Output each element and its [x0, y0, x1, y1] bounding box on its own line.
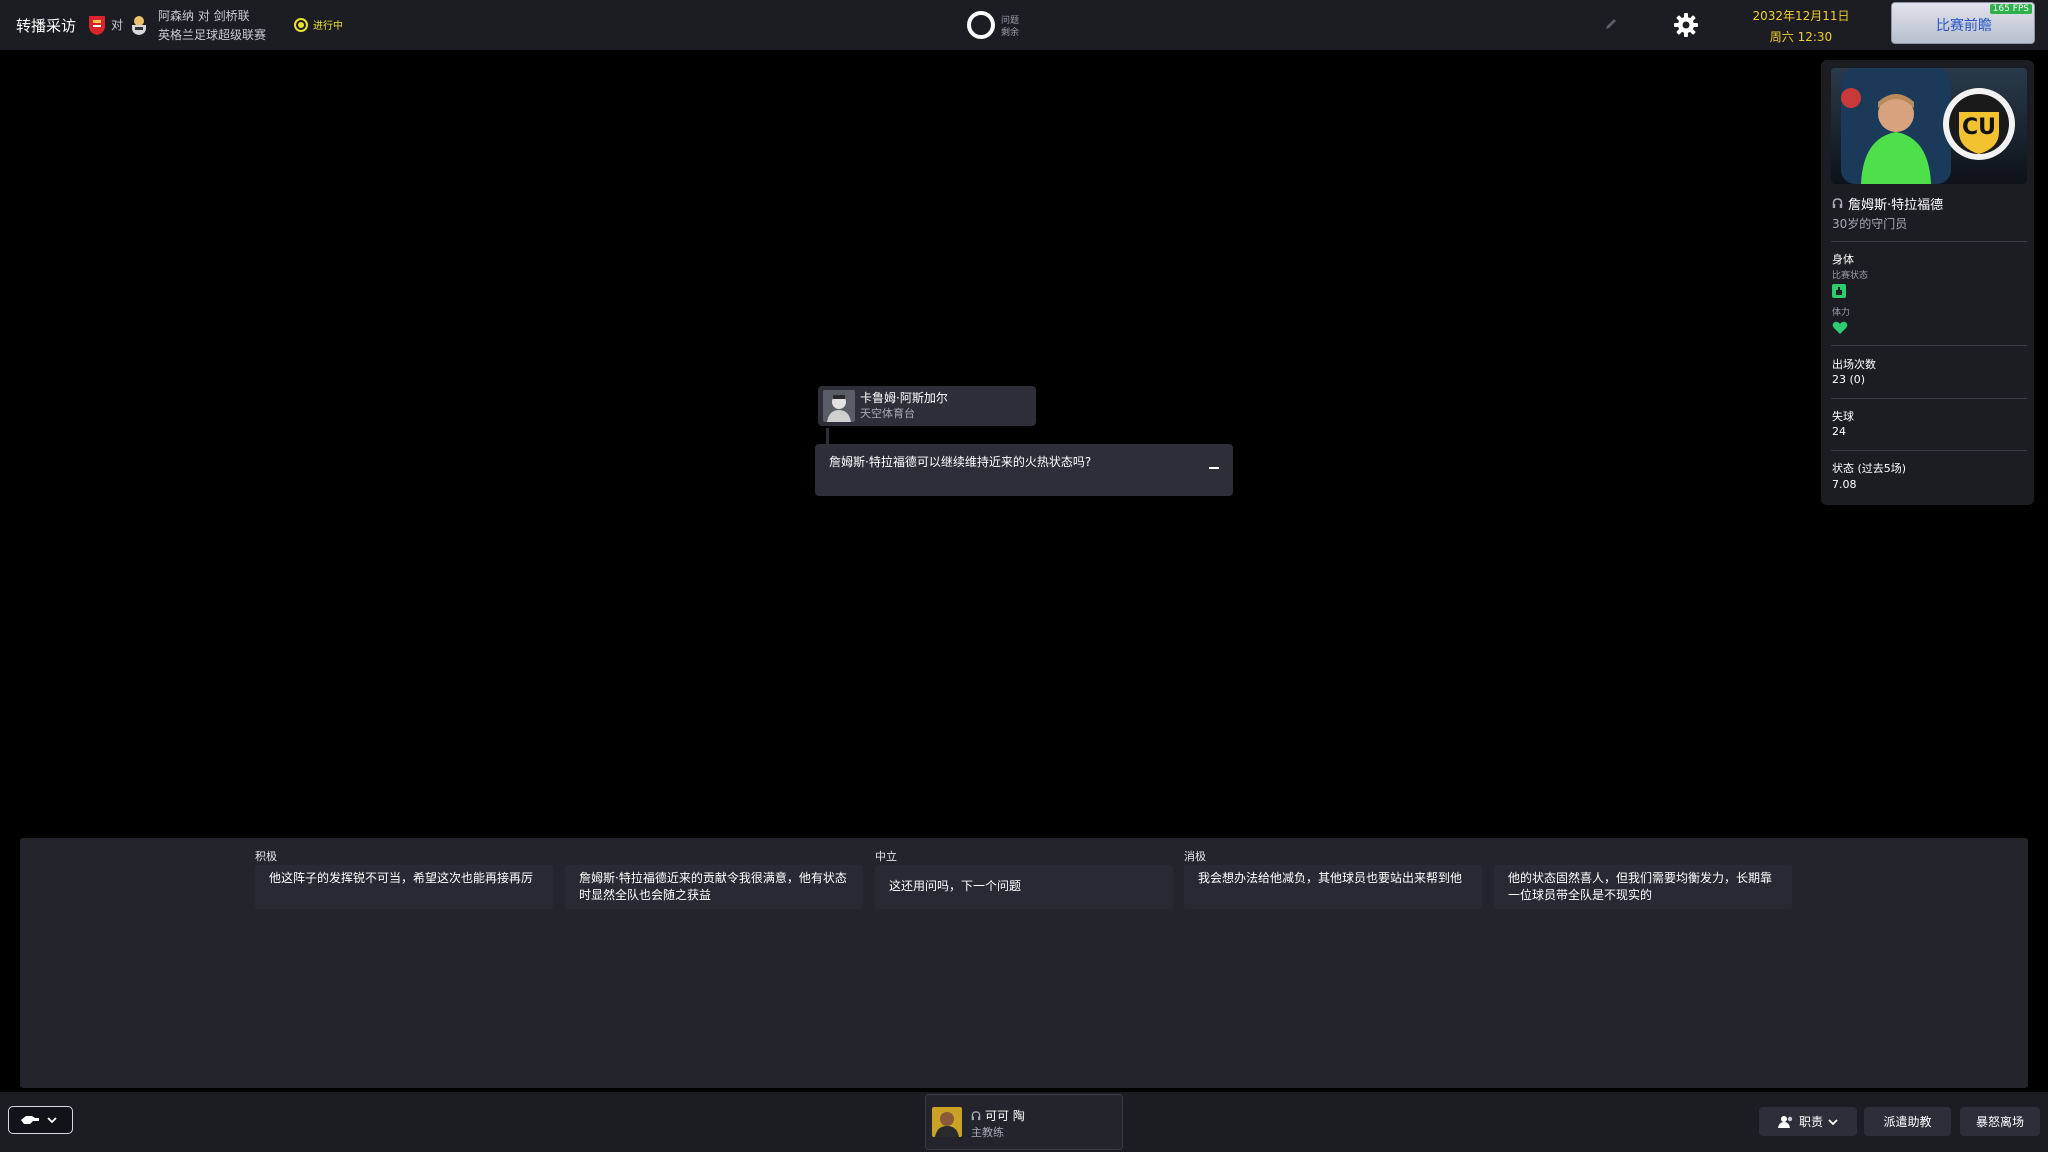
people-icon — [1777, 1115, 1793, 1128]
headset-icon — [1832, 198, 1843, 208]
gear-icon[interactable] — [1673, 12, 1699, 38]
tone-positive-label: 积极 — [255, 850, 277, 863]
physical-heading: 身体 — [1832, 253, 1854, 266]
response-text: 他这阵子的发挥锐不可当，希望这次也能再接再厉 — [269, 871, 534, 885]
response-text: 詹姆斯·特拉福德近来的贡献令我很满意，他有状态时显然全队也会随之获益 — [579, 871, 847, 902]
player-card: CU 詹姆斯·特拉福德 30岁的守门员 身体 比赛状态 体力 出场次数 23 (… — [1821, 60, 2034, 505]
divider — [1831, 450, 2027, 451]
divider — [1831, 345, 2027, 346]
vs-label: 对 — [111, 18, 124, 32]
gesture-button[interactable] — [8, 1106, 73, 1134]
question-text: 詹姆斯·特拉福德可以继续维持近来的火热状态吗? — [829, 455, 1092, 469]
manager-name: 可可 陶 — [985, 1109, 1025, 1123]
divider — [1831, 241, 2027, 242]
response-text: 我会想办法给他减负，其他球员也要站出来帮到他 — [1198, 871, 1463, 885]
manager-role: 主教练 — [971, 1126, 1004, 1139]
response-option[interactable]: 詹姆斯·特拉福德近来的贡献令我很满意，他有状态时显然全队也会随之获益 — [565, 865, 863, 909]
arsenal-crest-icon — [89, 16, 105, 35]
match-condition-label: 比赛状态 — [1832, 271, 1869, 281]
player-name[interactable]: 詹姆斯·特拉福德 — [1848, 194, 1943, 213]
tone-neutral-label: 中立 — [875, 850, 897, 863]
chevron-down-icon — [1828, 1118, 1838, 1125]
questions-remaining-indicator — [967, 11, 995, 39]
response-text: 这还用问吗，下一个问题 — [889, 879, 1022, 893]
collapse-icon[interactable] — [1207, 461, 1221, 475]
response-option[interactable]: 我会想办法给他减负，其他球员也要站出来帮到他 — [1184, 865, 1482, 909]
live-icon — [294, 17, 308, 32]
response-panel: 积极 中立 消极 他这阵子的发挥锐不可当，希望这次也能再接再厉 詹姆斯·特拉福德… — [20, 838, 2028, 1088]
gesture-icon — [21, 1116, 39, 1124]
divider — [1831, 398, 2027, 399]
pencil-icon[interactable] — [1603, 16, 1619, 32]
manager-box: 可可 陶 主教练 — [925, 1094, 1123, 1150]
send-assistant-label: 派遣助教 — [1883, 1115, 1932, 1129]
journalist-name: 卡鲁姆·阿斯加尔 — [860, 391, 948, 405]
conceded-label: 失球 — [1832, 410, 1854, 423]
question-box: 詹姆斯·特拉福德可以继续维持近来的火热状态吗? — [815, 444, 1233, 496]
heart-icon — [1832, 321, 1848, 334]
manager-avatar — [932, 1107, 962, 1137]
competition-name[interactable]: 英格兰足球超级联赛 — [158, 26, 266, 43]
send-assistant-button[interactable]: 派遣助教 — [1864, 1107, 1951, 1136]
continue-button-label: 比赛前瞻 — [1936, 18, 1992, 34]
svg-text:CU: CU — [1962, 115, 1996, 140]
journalist-box: 卡鲁姆·阿斯加尔 天空体育台 — [818, 386, 1036, 426]
player-photo: CU — [1831, 68, 2027, 184]
tone-negative-label: 消极 — [1184, 850, 1206, 863]
chevron-down-icon — [47, 1117, 57, 1124]
appearances-value: 23 (0) — [1832, 373, 1866, 386]
response-option[interactable]: 他的状态固然喜人，但我们需要均衡发力，长期靠一位球员带全队是不现实的 — [1494, 865, 1792, 909]
live-status-text: 进行中 — [313, 21, 343, 32]
response-option[interactable]: 他这阵子的发挥锐不可当，希望这次也能再接再厉 — [255, 865, 553, 909]
storm-off-button[interactable]: 暴怒离场 — [1960, 1107, 2040, 1136]
responsibilities-button[interactable]: 职责 — [1759, 1107, 1857, 1136]
screen-title: 转播采访 — [16, 17, 77, 35]
form-label: 状态 (过去5场) — [1832, 462, 1907, 475]
appearances-label: 出场次数 — [1832, 358, 1876, 371]
response-text: 他的状态固然喜人，但我们需要均衡发力，长期靠一位球员带全队是不现实的 — [1508, 871, 1773, 902]
remaining-label: 剩余 — [1001, 28, 1020, 38]
conceded-value: 24 — [1832, 425, 1846, 438]
journalist-outlet: 天空体育台 — [860, 407, 915, 420]
storm-off-label: 暴怒离场 — [1975, 1115, 2024, 1129]
player-description: 30岁的守门员 — [1832, 217, 1908, 231]
game-time: 周六 12:30 — [1769, 30, 1833, 44]
match-teams[interactable]: 阿森纳 对 剑桥联 — [158, 7, 250, 24]
cambridge-crest-icon — [132, 16, 146, 35]
condition-icon — [1832, 284, 1846, 298]
fps-counter: 165 FPS — [1989, 4, 2032, 14]
top-bar: 转播采访 对 阿森纳 对 剑桥联 英格兰足球超级联赛 进行中 问题 剩余 203… — [0, 0, 2048, 50]
stamina-label: 体力 — [1832, 308, 1851, 318]
form-value: 7.08 — [1832, 478, 1857, 491]
live-status-badge: 进行中 — [294, 17, 343, 32]
headset-icon — [971, 1110, 981, 1120]
game-date: 2032年12月11日 — [1752, 9, 1850, 23]
response-option[interactable]: 这还用问吗，下一个问题 — [875, 865, 1173, 909]
responsibilities-label: 职责 — [1798, 1115, 1823, 1129]
journalist-avatar — [823, 390, 855, 422]
speech-connector — [826, 428, 829, 444]
continue-button[interactable]: 比赛前瞻 165 FPS — [1891, 2, 2035, 44]
